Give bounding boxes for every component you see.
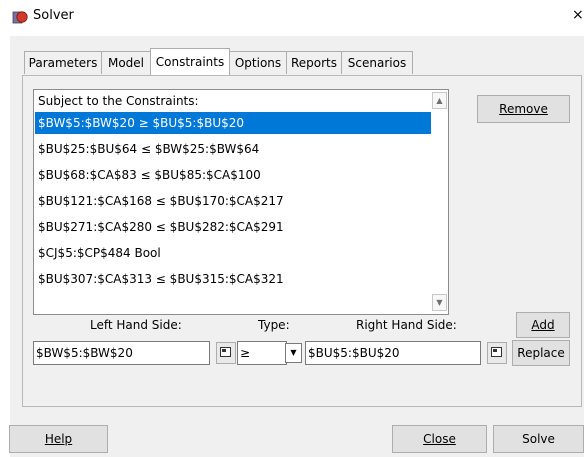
remove-button[interactable]: Remove: [477, 95, 570, 123]
constraint-item[interactable]: $BU$121:$CA$168 ≤ $BU$170:$CA$217: [35, 190, 431, 212]
help-button[interactable]: Help: [9, 425, 108, 453]
constraints-listbox[interactable]: Subject to the Constraints: $BW$5:$BW$20…: [33, 89, 449, 315]
rhs-input[interactable]: $BU$5:$BU$20: [305, 341, 481, 365]
scroll-down-arrow-icon[interactable]: ▼: [432, 294, 447, 311]
close-button[interactable]: Close: [392, 425, 487, 453]
chevron-down-icon[interactable]: ▼: [285, 343, 302, 363]
close-window-icon[interactable]: ×: [572, 7, 584, 23]
tab-constraints[interactable]: Constraints: [150, 48, 230, 75]
title-bar: [0, 0, 584, 30]
type-select[interactable]: ≥: [237, 341, 287, 365]
rhs-label: Right Hand Side:: [356, 318, 457, 332]
lhs-input[interactable]: $BW$5:$BW$20: [33, 341, 210, 365]
constraint-item[interactable]: $CJ$5:$CP$484 Bool: [35, 242, 431, 264]
tab-model[interactable]: Model: [101, 51, 151, 74]
solve-button[interactable]: Solve: [493, 425, 584, 453]
type-label: Type:: [258, 318, 290, 332]
tab-options[interactable]: Options: [229, 51, 287, 74]
tab-parameters[interactable]: Parameters: [24, 51, 102, 74]
tab-scenarios[interactable]: Scenarios: [341, 51, 413, 74]
lhs-label: Left Hand Side:: [90, 318, 182, 332]
replace-button[interactable]: Replace: [512, 340, 570, 366]
close-button-label: Close: [423, 432, 456, 446]
tab-reports[interactable]: Reports: [286, 51, 342, 74]
constraint-item[interactable]: $BU$307:$CA$313 ≤ $BU$315:$CA$321: [35, 268, 431, 290]
window-title: Solver: [33, 8, 74, 23]
help-button-label: Help: [44, 432, 73, 446]
remove-button-label: Remove: [499, 102, 548, 116]
add-button[interactable]: Add: [516, 312, 570, 338]
solver-app-icon: [12, 11, 28, 24]
constraints-header: Subject to the Constraints:: [38, 94, 199, 108]
constraint-item[interactable]: $BU$271:$CA$280 ≤ $BU$282:$CA$291: [35, 216, 431, 238]
constraint-item[interactable]: $BU$25:$BU$64 ≤ $BW$25:$BW$64: [35, 138, 431, 160]
constraint-item[interactable]: $BU$68:$CA$83 ≤ $BU$85:$CA$100: [35, 164, 431, 186]
scroll-up-arrow-icon[interactable]: ▲: [432, 92, 447, 109]
rhs-range-select-icon[interactable]: [487, 342, 507, 364]
constraint-item[interactable]: $BW$5:$BW$20 ≥ $BU$5:$BU$20: [35, 112, 431, 134]
lhs-range-select-icon[interactable]: [216, 342, 236, 364]
add-button-label: Add: [531, 318, 555, 332]
